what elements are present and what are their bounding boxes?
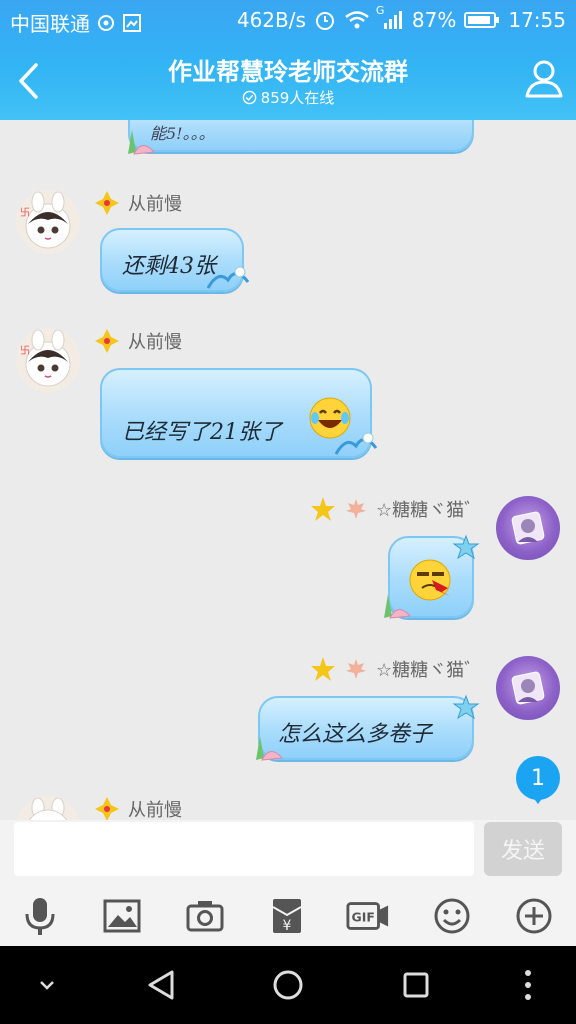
message-bubble[interactable]: 已经写了21张了: [100, 368, 372, 458]
avatar[interactable]: 卐: [16, 328, 80, 392]
svg-text:卐: 卐: [20, 207, 30, 219]
red-packet-button[interactable]: ¥: [265, 894, 309, 938]
nosebleed-emoji-icon: [408, 558, 452, 606]
emoji-button[interactable]: [430, 894, 474, 938]
nav-home-button[interactable]: [265, 962, 311, 1008]
shell-decoration-icon: [380, 590, 414, 624]
sender-name[interactable]: ☆糖糖ヾ猫゛: [376, 656, 482, 682]
input-bar: 发送 ¥ GIF: [0, 820, 576, 946]
sender-line: 从前慢: [94, 328, 182, 354]
message-text: 怎么这么多卷子: [278, 722, 433, 747]
sender-name[interactable]: 从前慢: [128, 796, 182, 820]
svg-text:GIF: GIF: [352, 910, 375, 925]
clock: 17:55: [508, 8, 566, 32]
wifi-icon: [344, 10, 370, 30]
sender-line: ☆糖糖ヾ猫゛: [310, 656, 482, 682]
emoji-icon: [434, 898, 470, 934]
chevron-down-icon: [40, 981, 54, 990]
shell-decoration-icon: [124, 126, 158, 160]
star-badge-icon: [311, 657, 335, 681]
girl-avatar-icon: [28, 797, 68, 820]
starfish-decoration-icon: [452, 534, 480, 564]
camera-icon: [186, 901, 224, 932]
avatar[interactable]: 卐: [16, 190, 80, 254]
screenshot-icon: [122, 13, 142, 33]
nav-back-button[interactable]: [138, 962, 184, 1008]
svg-text:卐: 卐: [20, 345, 30, 357]
message-bubble[interactable]: 能5!。。。: [128, 120, 474, 152]
sender-name[interactable]: 从前慢: [128, 190, 182, 216]
sender-name[interactable]: 从前慢: [128, 328, 182, 354]
image-icon: [103, 899, 141, 933]
cat-avatar-icon: [511, 511, 545, 545]
level-badge-icon: [95, 191, 119, 215]
avatar[interactable]: [496, 496, 560, 560]
top-bar: 中国联通 462B/s G 87% 17:55 作业帮慧玲老师交流群 859人在…: [0, 0, 576, 120]
battery-percent: 87%: [411, 8, 457, 32]
nav-recents-button[interactable]: [393, 962, 439, 1008]
status-bar: 中国联通 462B/s G 87% 17:55: [0, 0, 576, 40]
mic-icon: [25, 898, 55, 935]
collapse-button[interactable]: [24, 962, 70, 1008]
net-speed: 462B/s: [236, 8, 306, 32]
message-text: 已经写了21张了: [122, 420, 282, 445]
avatar[interactable]: [496, 656, 560, 720]
avatar[interactable]: [16, 796, 80, 820]
send-button[interactable]: 发送: [484, 822, 562, 876]
wave-decoration-icon: [334, 428, 378, 462]
navigation-bar: [0, 946, 576, 1024]
level-badge-icon: [95, 797, 119, 820]
more-options-button[interactable]: [512, 894, 556, 938]
photo-button[interactable]: [100, 894, 144, 938]
level-badge-icon: [95, 329, 119, 353]
circle-home-icon: [273, 970, 303, 1000]
sender-line: 从前慢: [94, 190, 182, 216]
square-recents-icon: [403, 972, 429, 998]
sender-line: ☆糖糖ヾ猫゛: [310, 496, 482, 522]
online-count: 859人在线: [0, 87, 576, 108]
user-icon: [525, 60, 563, 98]
unread-badge[interactable]: 1: [516, 756, 560, 804]
alarm-icon: [314, 9, 336, 31]
shell-decoration-icon: [252, 732, 286, 766]
red-packet-icon: ¥: [272, 899, 302, 934]
maple-leaf-icon: [346, 659, 366, 679]
cat-avatar-icon: [511, 671, 545, 705]
starfish-decoration-icon: [452, 694, 480, 724]
camera-button[interactable]: [183, 894, 227, 938]
star-badge-icon: [311, 497, 335, 521]
message-text: 能5!。。。: [150, 124, 215, 143]
sender-line: 从前慢: [94, 796, 182, 820]
triangle-back-icon: [148, 970, 174, 1000]
maple-leaf-icon: [346, 499, 366, 519]
gif-icon: GIF: [346, 902, 389, 930]
gif-button[interactable]: GIF: [346, 894, 390, 938]
check-circle-icon: [242, 90, 256, 105]
battery-icon: [464, 10, 500, 30]
message-bubble[interactable]: 怎么这么多卷子: [258, 696, 474, 760]
nav-menu-button[interactable]: [505, 962, 551, 1008]
group-title: 作业帮慧玲老师交流群: [168, 58, 408, 86]
plus-icon: [516, 898, 552, 934]
message-text: 还剩43张: [122, 254, 216, 279]
sender-name[interactable]: ☆糖糖ヾ猫゛: [376, 496, 482, 522]
chat-area[interactable]: 能5!。。。 卐 从前慢 还剩43张 卐 从前慢 已经写了21张了 ☆糖糖ヾ猫゛…: [0, 120, 576, 820]
girl-avatar-icon: 卐: [20, 329, 71, 387]
carrier-name: 中国联通: [10, 12, 90, 36]
hotspot-icon: [96, 13, 116, 33]
message-input[interactable]: [14, 822, 474, 876]
group-members-button[interactable]: [522, 56, 566, 100]
voice-button[interactable]: [18, 894, 62, 938]
svg-text:¥: ¥: [283, 918, 292, 934]
more-vertical-icon: [525, 970, 531, 1000]
girl-avatar-icon: 卐: [20, 191, 71, 249]
wave-decoration-icon: [206, 262, 250, 296]
signal-icon: G: [376, 4, 404, 30]
